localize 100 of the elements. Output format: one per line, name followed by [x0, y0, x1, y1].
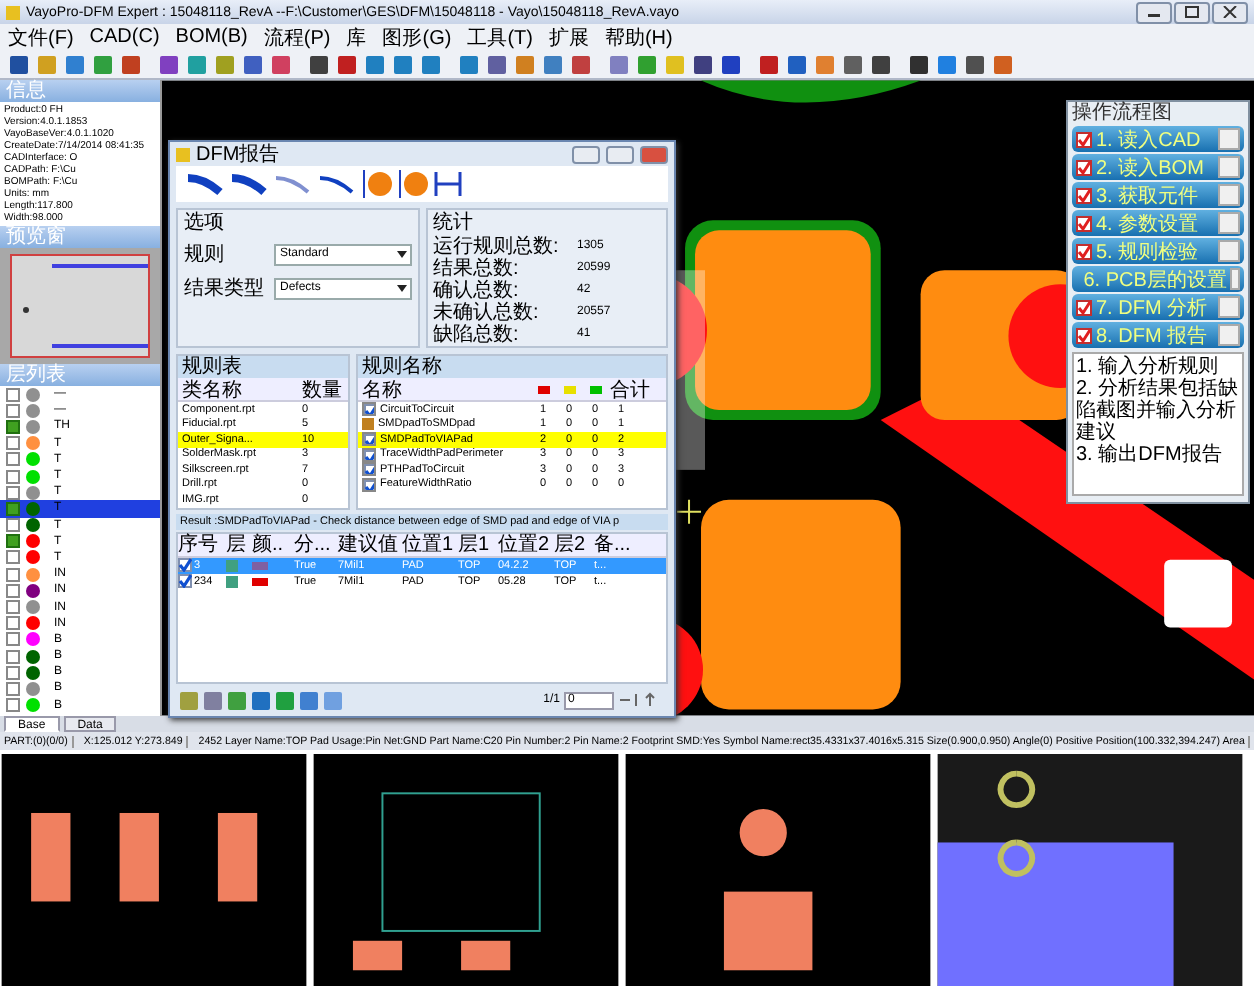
dropdown-arrow-icon — [395, 248, 407, 260]
toolbar-icon[interactable] — [334, 52, 358, 76]
menu-item[interactable]: 帮助(H) — [604, 23, 673, 51]
step-icon — [1218, 212, 1240, 234]
toolbar-icon[interactable] — [6, 52, 30, 76]
column-header[interactable]: 颜.. — [252, 530, 294, 558]
stat-label: 运行规则总数: — [433, 233, 561, 257]
maximize-button[interactable] — [1174, 1, 1210, 23]
layer-checkbox[interactable] — [6, 403, 20, 418]
list-title: 规则表 — [178, 356, 348, 378]
layer-checkbox[interactable] — [6, 665, 20, 680]
panel-header: 预览窗 — [0, 226, 160, 248]
minimize-button[interactable] — [1136, 1, 1172, 23]
layer-checkbox[interactable] — [6, 387, 20, 402]
step-icon — [1218, 324, 1240, 346]
menu-item[interactable]: 工具(T) — [467, 23, 533, 51]
step-checkbox[interactable] — [1076, 131, 1092, 147]
step-checkbox[interactable] — [1076, 243, 1092, 259]
layer-checkbox[interactable] — [6, 600, 20, 615]
step-checkbox[interactable] — [1076, 215, 1092, 231]
rule-checkbox[interactable] — [362, 432, 376, 447]
step-icon — [1218, 128, 1240, 150]
menu-item[interactable]: 文件(F) — [8, 23, 74, 51]
close-button[interactable] — [1212, 1, 1248, 23]
rule-checkbox[interactable] — [362, 402, 376, 417]
toolbar-icon[interactable] — [868, 52, 892, 76]
toolbar-icon[interactable] — [156, 52, 180, 76]
toolbar-icon[interactable] — [906, 52, 930, 76]
stat-label: 结果总数: — [433, 254, 519, 279]
menu-item[interactable]: 库 — [346, 23, 367, 51]
trace-icon[interactable] — [228, 170, 268, 198]
layer-checkbox[interactable] — [6, 583, 20, 598]
column-header[interactable]: 类名称 — [178, 375, 302, 403]
step-icon — [1218, 296, 1240, 318]
step-checkbox[interactable] — [1076, 187, 1092, 203]
layer-checkbox[interactable] — [6, 436, 20, 451]
menu-item[interactable]: BOM(B) — [175, 26, 248, 48]
pad-icon[interactable] — [360, 170, 392, 198]
column-header[interactable]: 位置1 — [402, 530, 458, 558]
layer-checkbox[interactable] — [6, 501, 20, 516]
toolbar-icon[interactable] — [690, 52, 714, 76]
column-header[interactable]: 层1 — [458, 530, 498, 558]
column-header[interactable]: 建议值 — [338, 530, 402, 558]
toolbar-icon[interactable] — [306, 52, 330, 76]
pad-icon[interactable] — [396, 170, 428, 198]
step-checkbox[interactable] — [1076, 327, 1092, 343]
distance-icon[interactable] — [432, 170, 464, 198]
column-header[interactable]: 数量 — [302, 375, 348, 403]
note-line: 1. 输入分析规则 — [1076, 356, 1219, 378]
toolbar-icon[interactable] — [784, 52, 808, 76]
trace-icon[interactable] — [184, 170, 224, 198]
layer-checkbox[interactable] — [6, 550, 20, 565]
group-title: 统计 — [433, 212, 475, 234]
app-icon — [176, 147, 190, 161]
column-header[interactable]: 位置2 — [498, 530, 554, 558]
toolbar-icon[interactable] — [756, 52, 780, 76]
toolbar-icon[interactable] — [240, 52, 264, 76]
toolbar-icon[interactable] — [484, 52, 508, 76]
close-icon — [1222, 6, 1238, 18]
layer-checkbox[interactable] — [6, 419, 20, 434]
menu-item[interactable]: 扩展 — [548, 23, 589, 51]
layer-checkbox[interactable] — [6, 485, 20, 500]
rule-checkbox[interactable] — [362, 477, 376, 492]
layer-checkbox[interactable] — [6, 632, 20, 647]
column-header[interactable]: 层2 — [554, 530, 594, 558]
layer-checkbox[interactable] — [6, 469, 20, 484]
note-line: 2. 分析结果包括缺陷截图并输入分析建议 — [1076, 378, 1240, 444]
column-header[interactable]: 序号 — [178, 530, 226, 558]
layer-checkbox[interactable] — [6, 698, 20, 713]
dialog-title: DFM报告 — [196, 141, 282, 168]
result-checkbox[interactable] — [178, 558, 192, 572]
toolbar-icon[interactable] — [840, 52, 864, 76]
menu-item[interactable]: 图形(G) — [382, 23, 452, 51]
step-icon — [1218, 184, 1240, 206]
toolbar-icon[interactable] — [962, 52, 986, 76]
layer-checkbox[interactable] — [6, 452, 20, 467]
stat-label: 缺陷总数: — [433, 321, 521, 347]
menu-item[interactable]: 流程(P) — [263, 23, 331, 51]
layer-checkbox[interactable] — [6, 567, 20, 582]
trace-icon[interactable] — [316, 170, 356, 198]
layer-checkbox[interactable] — [6, 649, 20, 664]
step-checkbox[interactable] — [1076, 159, 1092, 175]
toolbar-icon[interactable] — [718, 52, 742, 76]
column-header[interactable]: 备... — [594, 530, 638, 558]
column-header[interactable]: 层 — [226, 530, 252, 558]
column-header[interactable]: 合计 — [608, 375, 652, 403]
layer-checkbox[interactable] — [6, 681, 20, 696]
rule-checkbox[interactable] — [362, 462, 376, 477]
column-header[interactable]: 分... — [294, 530, 338, 558]
result-checkbox[interactable] — [178, 574, 192, 588]
step-checkbox[interactable] — [1076, 299, 1092, 315]
step-icon — [1218, 156, 1240, 178]
group-title: 选项 — [184, 212, 226, 234]
column-header[interactable]: 名称 — [358, 375, 530, 403]
layer-checkbox[interactable] — [6, 616, 20, 631]
layer-checkbox[interactable] — [6, 534, 20, 549]
layer-checkbox[interactable] — [6, 518, 20, 533]
stat-label: 确认总数: — [433, 276, 521, 301]
menu-item[interactable]: CAD(C) — [89, 26, 160, 48]
rule-checkbox[interactable] — [362, 447, 376, 462]
